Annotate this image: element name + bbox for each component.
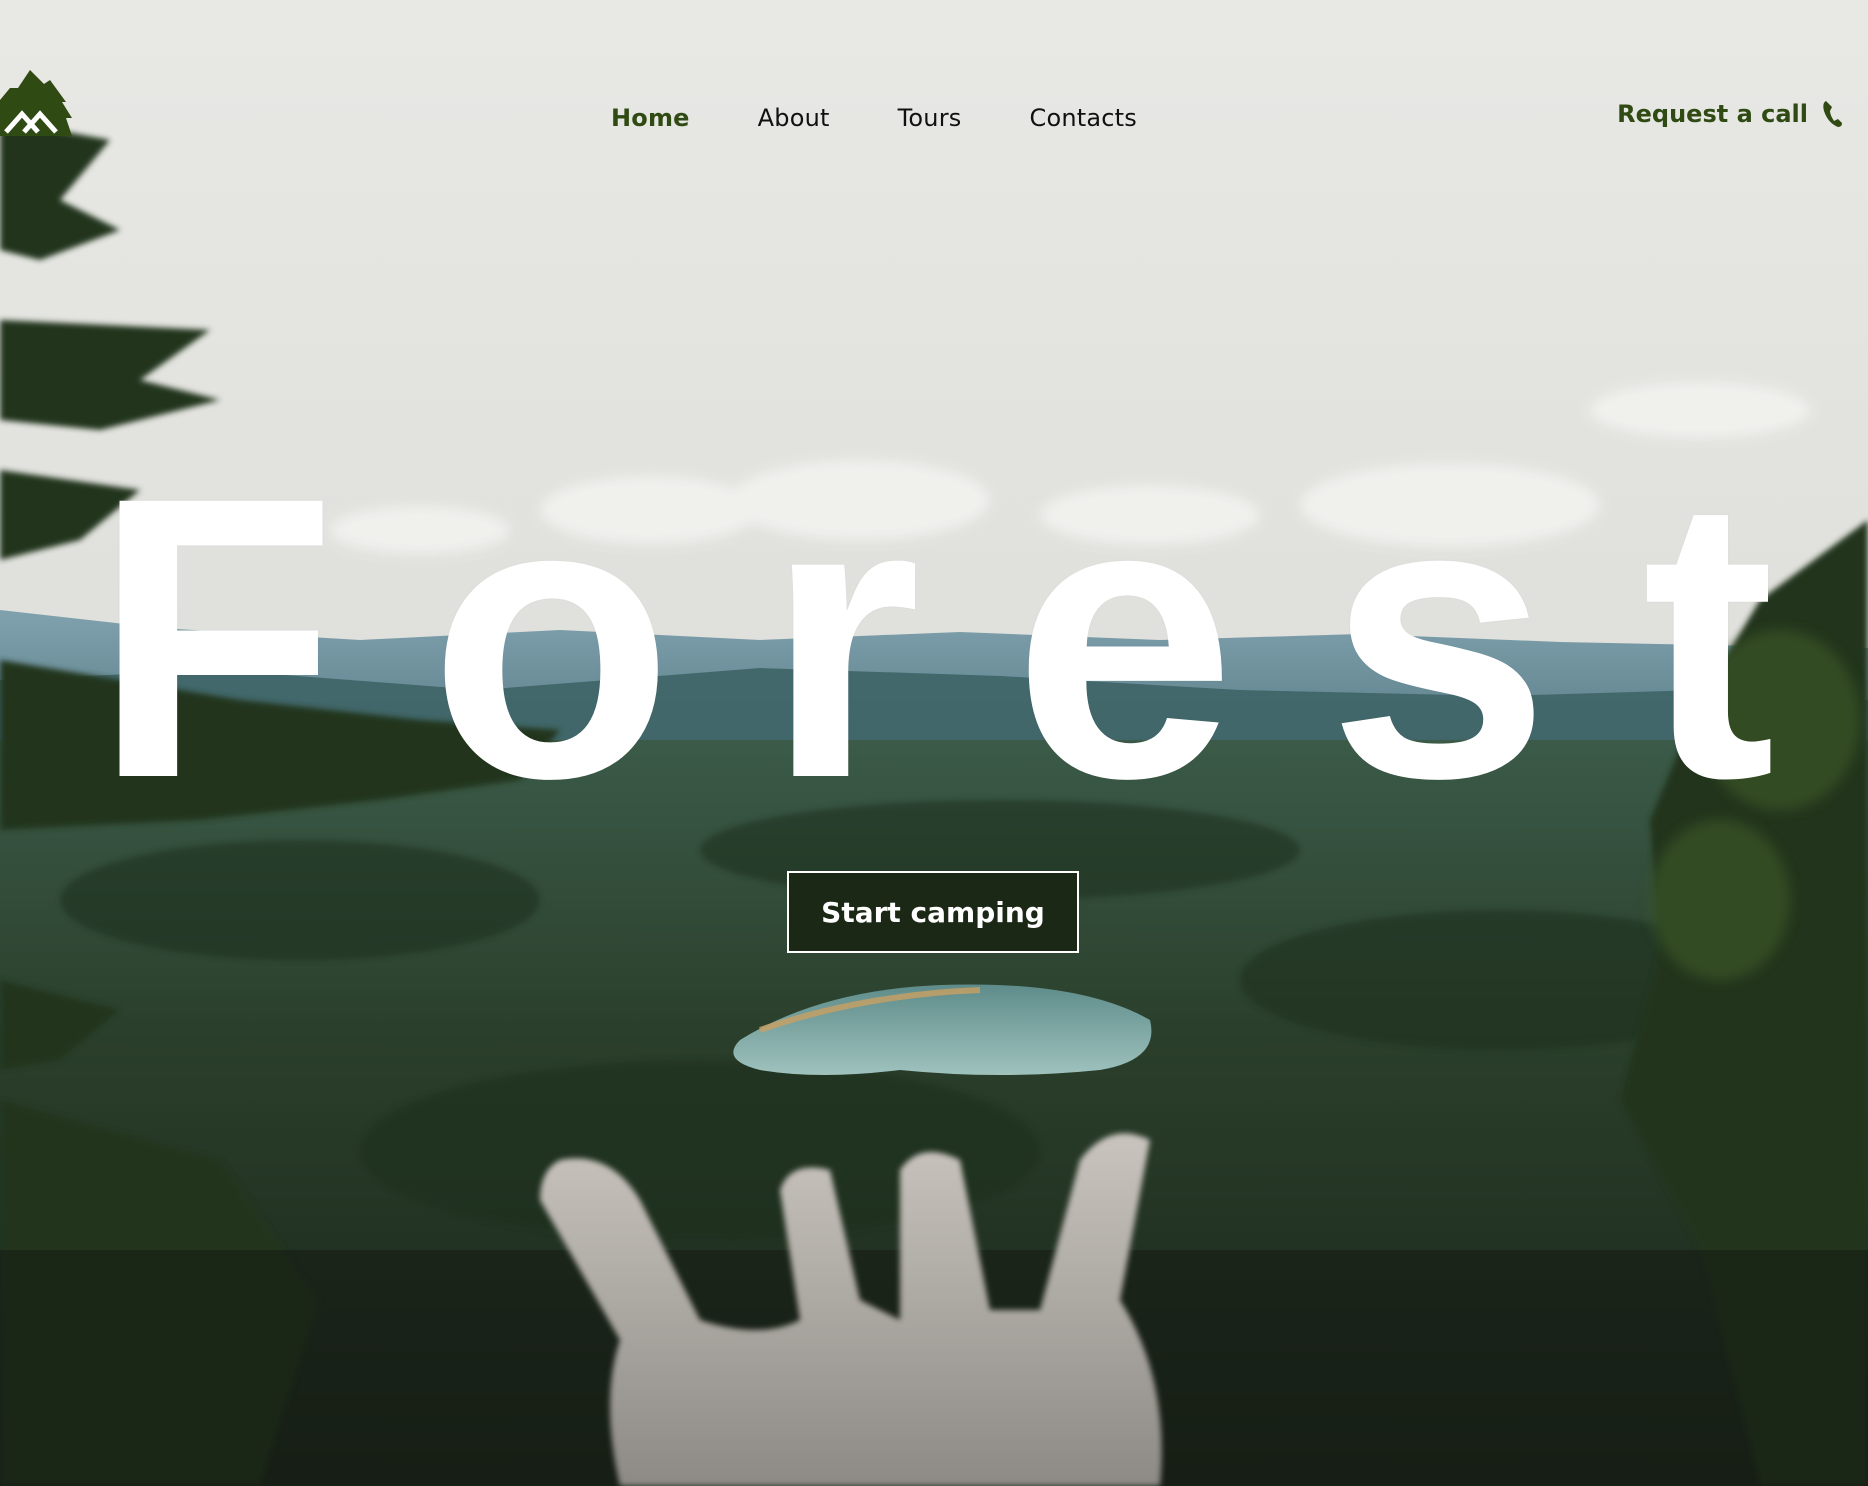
request-call-label[interactable]: Request a call — [1617, 96, 1808, 132]
request-call-link[interactable]: Request a call — [1617, 96, 1844, 132]
phone-icon — [1823, 101, 1842, 127]
nav-item-home[interactable]: Home — [611, 100, 690, 136]
nav-item-tours[interactable]: Tours — [898, 100, 962, 136]
nav-item-contacts[interactable]: Contacts — [1030, 100, 1137, 136]
nav-item-about[interactable]: About — [758, 100, 830, 136]
main-menu: Home About Tours Contacts — [611, 100, 1205, 136]
landing-page: Home About Tours Contacts Request a call… — [0, 0, 1868, 1486]
top-navigation: Home About Tours Contacts Request a call — [0, 0, 1868, 240]
hero-title: Forest — [92, 414, 1868, 861]
start-camping-button[interactable]: Start camping — [787, 871, 1079, 953]
mountain-tree-logo-icon[interactable] — [0, 70, 72, 136]
